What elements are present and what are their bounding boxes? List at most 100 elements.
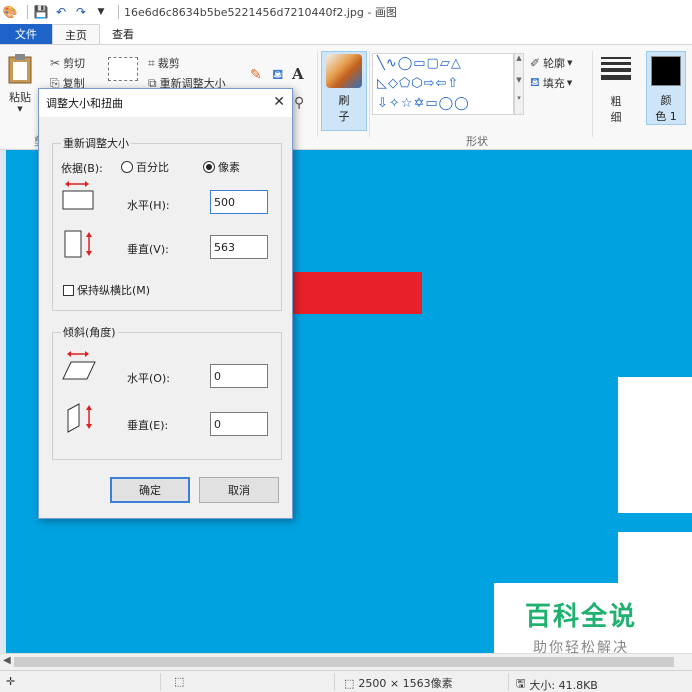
- skew-horizontal-icon: [62, 351, 96, 380]
- radio-circle[interactable]: [121, 161, 133, 173]
- brushes-button[interactable]: 刷 子: [321, 51, 367, 131]
- title-bar: 🎨 💾 ↶ ↷ ▼ 16e6d6c8634b5be5221456d7210440…: [0, 0, 692, 24]
- vertical-input[interactable]: [210, 235, 268, 259]
- outline-pencil-icon: ✐: [530, 56, 541, 70]
- save-icon[interactable]: 💾: [33, 4, 49, 20]
- file-size-text: 大小: 41.8KB: [529, 678, 598, 692]
- horizontal-input[interactable]: [210, 190, 268, 214]
- horizontal-label: 水平(H):: [127, 199, 170, 212]
- crop-icon: ⌗: [148, 55, 155, 70]
- pencil-icon[interactable]: ✎: [250, 67, 262, 83]
- chevron-down-icon: ▼: [566, 79, 573, 87]
- customize-dropdown-icon[interactable]: ▼: [93, 4, 109, 20]
- skew-vertical-label: 垂直(E):: [127, 419, 169, 432]
- expand-icon[interactable]: ▾: [515, 94, 523, 102]
- keep-ratio-label: 保持纵横比(M): [77, 284, 151, 297]
- chevron-up-icon[interactable]: ▲: [515, 54, 523, 62]
- shapes-row[interactable]: ╲∿◯▭▢▱△: [377, 54, 513, 74]
- color1-swatch: [651, 56, 681, 86]
- resize-skew-dialog: 调整大小和扭曲 ✕ 重新调整大小 依据(B): 百分比 像素 水平(H): 垂直…: [38, 88, 293, 519]
- chevron-down-icon: ▼: [17, 105, 23, 113]
- selection-size-icon: ⬚: [174, 675, 185, 688]
- cut-button[interactable]: ✂ 剪切: [50, 55, 85, 71]
- chevron-down-icon: ▼: [567, 59, 573, 67]
- paint-app-icon[interactable]: 🎨: [2, 4, 18, 20]
- color1-button[interactable]: 颜 色 1: [646, 51, 686, 125]
- dialog-title: 调整大小和扭曲: [46, 97, 123, 110]
- watermark-main: 百科全说: [524, 601, 637, 632]
- chevron-down-icon[interactable]: ▼: [515, 76, 523, 84]
- windows-logo-pane: [618, 377, 692, 513]
- thickness-lines-icon: [601, 57, 631, 83]
- divider: [334, 673, 335, 691]
- file-size: 🖫 大小: 41.8KB: [516, 675, 598, 692]
- status-bar: ✛ ⬚ ⬚ 2500 × 1563像素 🖫 大小: 41.8KB: [0, 670, 692, 692]
- scroll-left-icon[interactable]: ◀: [3, 655, 11, 666]
- ribbon-tabs: 文件 主页 查看: [0, 24, 692, 44]
- checkbox-box[interactable]: [63, 284, 74, 296]
- by-label: 依据(B):: [61, 162, 103, 175]
- skew-horizontal-input[interactable]: [210, 364, 268, 388]
- text-tool-icon[interactable]: A: [292, 65, 304, 83]
- resize-vertical-icon: [64, 230, 92, 258]
- cut-label: 剪切: [63, 57, 86, 70]
- redo-icon[interactable]: ↷: [73, 4, 89, 20]
- divider: [27, 5, 28, 19]
- vertical-label: 垂直(V):: [127, 243, 169, 256]
- scrollbar-thumb[interactable]: [14, 657, 674, 667]
- fill-button[interactable]: ⛾ 填充 ▼: [530, 75, 572, 91]
- thickness-label-bottom: 细: [610, 111, 622, 124]
- pixels-label: 像素: [218, 161, 240, 174]
- divider: [160, 673, 161, 691]
- resize-horizontal-icon: [62, 181, 94, 210]
- image-size: ⬚ 2500 × 1563像素: [344, 675, 453, 691]
- shapes-row[interactable]: ⇩✧☆✡▭◯◯: [377, 94, 513, 114]
- skew-group: 倾斜(角度): [52, 324, 282, 460]
- undo-icon[interactable]: ↶: [53, 4, 69, 20]
- divider: [369, 51, 370, 137]
- shapes-group-label: 形状: [466, 135, 488, 148]
- keep-aspect-ratio-checkbox[interactable]: 保持纵横比(M): [63, 282, 150, 298]
- divider: [592, 51, 593, 137]
- shapes-scroll[interactable]: ▲ ▼ ▾: [514, 53, 524, 115]
- tab-home[interactable]: 主页: [52, 24, 100, 44]
- select-button[interactable]: [108, 57, 138, 81]
- shapes-gallery[interactable]: ╲∿◯▭▢▱△ ◺◇⬠⬡⇨⇦⇧ ⇩✧☆✡▭◯◯: [372, 53, 514, 115]
- percent-label: 百分比: [136, 161, 169, 174]
- thickness-label-top: 粗: [610, 95, 622, 108]
- color1-label-top: 颜: [660, 94, 672, 107]
- percent-radio[interactable]: 百分比: [121, 159, 169, 175]
- image-size-text: 2500 × 1563像素: [358, 677, 453, 690]
- scissors-icon: ✂: [50, 56, 61, 70]
- dialog-title-bar: 调整大小和扭曲 ✕: [39, 89, 292, 117]
- image-size-icon: ⬚: [344, 676, 355, 690]
- cancel-button[interactable]: 取消: [199, 477, 279, 503]
- pixels-radio[interactable]: 像素: [203, 159, 240, 175]
- fill-label: 填充: [542, 77, 565, 90]
- skew-vertical-input[interactable]: [210, 412, 268, 436]
- fill-bucket-icon[interactable]: ⛾: [272, 67, 283, 85]
- ok-button[interactable]: 确定: [110, 477, 190, 503]
- crop-label: 裁剪: [157, 57, 180, 70]
- outline-button[interactable]: ✐ 轮廓 ▼: [530, 55, 572, 71]
- horizontal-scrollbar[interactable]: ◀: [0, 653, 692, 670]
- fill-bucket-icon: ⛾: [530, 75, 540, 89]
- crop-button[interactable]: ⌗ 裁剪: [148, 55, 180, 71]
- divider: [317, 51, 318, 137]
- divider: [118, 5, 119, 19]
- magnifier-icon[interactable]: ⚲: [294, 95, 304, 111]
- brush-icon: [326, 54, 362, 88]
- clipboard-icon: [8, 54, 32, 84]
- close-icon[interactable]: ✕: [273, 94, 285, 110]
- paste-label: 粘贴: [9, 91, 31, 104]
- paste-button[interactable]: 粘贴 ▼: [6, 53, 34, 113]
- tab-view[interactable]: 查看: [100, 24, 146, 44]
- thickness-button[interactable]: 粗 细: [598, 53, 634, 125]
- cursor-position-icon: ✛: [6, 675, 16, 688]
- color1-label-bottom: 色 1: [655, 110, 677, 123]
- resize-group-label: 重新调整大小: [63, 137, 129, 150]
- radio-circle-selected[interactable]: [203, 161, 215, 173]
- tab-file[interactable]: 文件: [0, 24, 52, 44]
- shapes-row[interactable]: ◺◇⬠⬡⇨⇦⇧: [377, 74, 513, 94]
- brush-label-bottom: 子: [338, 110, 350, 123]
